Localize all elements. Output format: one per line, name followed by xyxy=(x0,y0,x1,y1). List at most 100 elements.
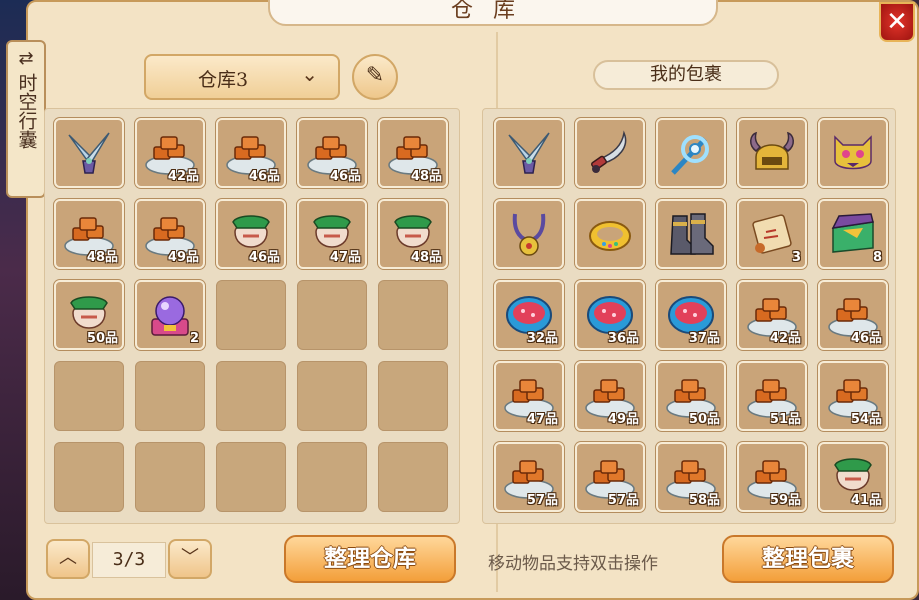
warehouse-slot[interactable]: 50品 xyxy=(54,280,124,350)
chevron-up-icon: ︿ xyxy=(59,547,77,568)
bag-slot[interactable]: 37品 xyxy=(656,280,726,350)
item-count: 59品 xyxy=(769,493,801,508)
bag-slot[interactable]: 32品 xyxy=(494,280,564,350)
bag-slot[interactable]: 49品 xyxy=(575,361,645,431)
side-tab-spacetime-bag[interactable]: ⇄ 时空行囊 xyxy=(6,40,46,198)
side-tab-label: 时空行囊 xyxy=(15,73,38,149)
bag-slot[interactable] xyxy=(818,118,888,188)
title-banner: 仓库 xyxy=(268,0,718,26)
item-count: 42品 xyxy=(167,169,199,184)
warehouse-empty-slot[interactable] xyxy=(54,442,124,512)
rename-button[interactable]: ✎ xyxy=(352,54,398,100)
warehouse-empty-slot[interactable] xyxy=(297,280,367,350)
item-count: 54品 xyxy=(850,412,882,427)
warehouse-slot[interactable]: 48品 xyxy=(54,199,124,269)
item-count: 49品 xyxy=(167,250,199,265)
bag-slot[interactable]: 3 xyxy=(737,199,807,269)
warehouse-slot[interactable]: 46品 xyxy=(216,118,286,188)
bag-grid: 3 8 32品 36品 37品 42品 46品 47品 49品 50品 51品 54品 57品 57品 58… xyxy=(494,118,888,512)
warehouse-empty-slot[interactable] xyxy=(54,361,124,431)
item-count: 58品 xyxy=(688,493,720,508)
warehouse-slot[interactable]: 48品 xyxy=(378,199,448,269)
bag-slot[interactable] xyxy=(494,118,564,188)
item-count: 46品 xyxy=(248,250,280,265)
item-count: 8 xyxy=(872,250,882,265)
item-count: 50品 xyxy=(86,331,118,346)
bag-slot[interactable] xyxy=(575,199,645,269)
close-button[interactable]: ✕ xyxy=(879,2,915,42)
item-count: 42品 xyxy=(769,331,801,346)
bag-slot[interactable]: 59品 xyxy=(737,442,807,512)
bag-slot[interactable]: 46品 xyxy=(818,280,888,350)
warehouse-empty-slot[interactable] xyxy=(297,442,367,512)
warehouse-grid: 42品 46品 46品 48品 48品 49品 46品 47品 48品 50品 2 xyxy=(54,118,448,512)
bag-slot[interactable]: 57品 xyxy=(575,442,645,512)
swap-arrows-icon: ⇄ xyxy=(18,48,34,69)
bag-slot[interactable]: 42品 xyxy=(737,280,807,350)
item-count: 57品 xyxy=(526,493,558,508)
warehouse-slot[interactable]: 47品 xyxy=(297,199,367,269)
item-count: 46品 xyxy=(850,331,882,346)
bag-slot[interactable]: 41品 xyxy=(818,442,888,512)
warehouse-slot[interactable]: 49品 xyxy=(135,199,205,269)
warehouse-empty-slot[interactable] xyxy=(297,361,367,431)
bag-slot[interactable] xyxy=(656,118,726,188)
item-count: 36品 xyxy=(607,331,639,346)
warehouse-empty-slot[interactable] xyxy=(135,361,205,431)
item-count: 50品 xyxy=(688,412,720,427)
warehouse-select-label: 仓库3 xyxy=(198,69,249,91)
item-count: 57品 xyxy=(607,493,639,508)
bag-title: 我的包裹 xyxy=(593,60,779,90)
warehouse-empty-slot[interactable] xyxy=(378,442,448,512)
item-count: 47品 xyxy=(526,412,558,427)
warehouse-slot[interactable]: 42品 xyxy=(135,118,205,188)
warehouse-slot[interactable]: 46品 xyxy=(297,118,367,188)
warehouse-slot[interactable]: 2 xyxy=(135,280,205,350)
warehouse-empty-slot[interactable] xyxy=(135,442,205,512)
bag-slot[interactable] xyxy=(737,118,807,188)
sort-bag-button[interactable]: 整理包裹 xyxy=(722,535,894,583)
bag-slot[interactable] xyxy=(656,199,726,269)
page-indicator: 3/3 xyxy=(92,542,166,578)
warehouse-empty-slot[interactable] xyxy=(216,280,286,350)
item-count: 51品 xyxy=(769,412,801,427)
warehouse-empty-slot[interactable] xyxy=(378,280,448,350)
item-count: 48品 xyxy=(86,250,118,265)
bag-slot[interactable]: 58品 xyxy=(656,442,726,512)
warehouse-empty-slot[interactable] xyxy=(216,361,286,431)
item-count: 48品 xyxy=(410,250,442,265)
warehouse-slot[interactable]: 48品 xyxy=(378,118,448,188)
pencil-icon: ✎ xyxy=(365,63,385,88)
page-down-button[interactable]: ﹀ xyxy=(168,539,212,579)
warehouse-empty-slot[interactable] xyxy=(378,361,448,431)
sort-warehouse-button[interactable]: 整理仓库 xyxy=(284,535,456,583)
warehouse-select[interactable]: 仓库3 ⌄ xyxy=(144,54,340,100)
item-count: 49品 xyxy=(607,412,639,427)
bag-slot[interactable] xyxy=(494,199,564,269)
chevron-down-icon: ﹀ xyxy=(181,547,199,568)
page-up-button[interactable]: ︿ xyxy=(46,539,90,579)
bag-slot[interactable]: 36品 xyxy=(575,280,645,350)
item-count: 47品 xyxy=(329,250,361,265)
item-count: 3 xyxy=(791,250,801,265)
item-count: 32品 xyxy=(526,331,558,346)
bag-slot[interactable]: 47品 xyxy=(494,361,564,431)
bag-slot[interactable]: 54品 xyxy=(818,361,888,431)
warehouse-empty-slot[interactable] xyxy=(216,442,286,512)
item-count: 46品 xyxy=(329,169,361,184)
bag-slot[interactable]: 51品 xyxy=(737,361,807,431)
warehouse-slot[interactable] xyxy=(54,118,124,188)
bag-slot[interactable] xyxy=(575,118,645,188)
bag-slot[interactable]: 50品 xyxy=(656,361,726,431)
bag-slot[interactable]: 57品 xyxy=(494,442,564,512)
warehouse-slot[interactable]: 46品 xyxy=(216,199,286,269)
chevron-down-icon: ⌄ xyxy=(301,62,318,86)
item-count: 46品 xyxy=(248,169,280,184)
double-click-hint: 移动物品支持双击操作 xyxy=(488,554,658,574)
window-title: 仓库 xyxy=(450,0,535,23)
item-count: 41品 xyxy=(850,493,882,508)
item-count: 37品 xyxy=(688,331,720,346)
item-count: 48品 xyxy=(410,169,442,184)
item-count: 2 xyxy=(189,331,199,346)
bag-slot[interactable]: 8 xyxy=(818,199,888,269)
